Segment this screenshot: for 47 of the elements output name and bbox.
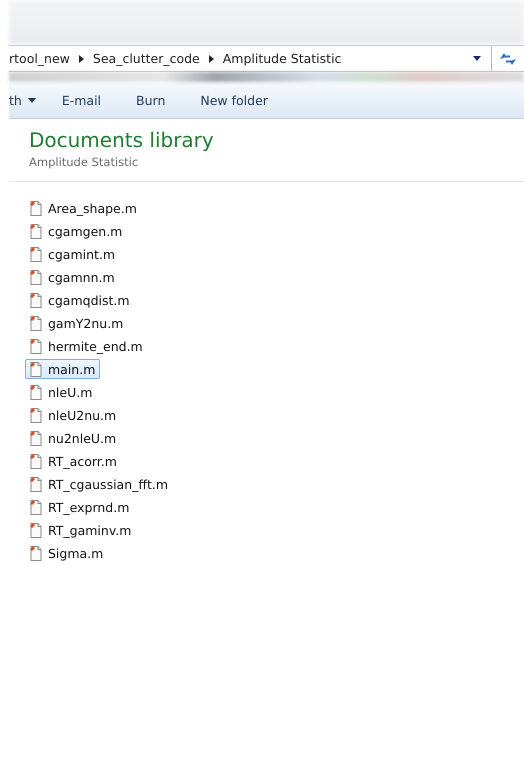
file-item[interactable]: nleU.m — [25, 382, 98, 402]
file-item[interactable]: nu2nleU.m — [25, 428, 122, 448]
script-file-icon — [28, 384, 44, 400]
script-file-icon — [28, 498, 44, 516]
script-file-icon — [28, 268, 44, 286]
toolbar-button[interactable]: th — [9, 92, 54, 108]
file-item[interactable]: RT_acorr.m — [25, 451, 122, 471]
script-file-icon — [28, 476, 44, 492]
chevron-icon — [208, 54, 214, 62]
script-file-icon — [28, 522, 44, 538]
folder-subtitle: Amplitude Statistic — [29, 155, 140, 169]
toolbar-button[interactable]: Burn — [136, 92, 184, 108]
script-file-icon — [28, 246, 44, 262]
address-bar[interactable]: rtool_new Sea_clutter_code Amplitude Statistic — [9, 45, 524, 72]
script-file-icon — [28, 544, 44, 562]
file-item[interactable]: main.m — [25, 359, 100, 379]
file-item[interactable]: Area_shape.m — [25, 198, 142, 218]
script-file-icon — [28, 452, 44, 470]
script-file-icon — [28, 430, 44, 446]
file-item[interactable]: cgamnn.m — [25, 267, 120, 287]
toolbar-button[interactable]: New folder — [200, 92, 286, 108]
file-item[interactable]: nleU2nu.m — [25, 405, 122, 425]
file-item[interactable]: cgamint.m — [25, 244, 120, 264]
file-item[interactable]: hermite_end.m — [25, 336, 148, 356]
script-file-icon — [28, 292, 44, 308]
refresh-icon — [499, 50, 517, 66]
script-file-icon — [28, 406, 44, 424]
file-item[interactable]: RT_cgaussian_fft.m — [25, 474, 174, 494]
chevron-icon — [78, 54, 84, 62]
script-file-icon — [28, 314, 44, 332]
file-item[interactable]: gamY2nu.m — [25, 313, 128, 333]
script-file-icon — [28, 222, 44, 240]
breadcrumb[interactable]: Sea_clutter_code — [92, 51, 200, 66]
dropdown-icon[interactable] — [473, 56, 481, 61]
file-item[interactable]: RT_exprnd.m — [25, 497, 134, 517]
script-file-icon — [28, 200, 44, 216]
toolbar-button[interactable]: E-mail — [62, 92, 120, 108]
file-item[interactable]: cgamgen.m — [25, 221, 128, 241]
file-item[interactable]: RT_gaminv.m — [25, 520, 136, 540]
caret-icon — [28, 98, 36, 102]
library-title: Documents library — [29, 128, 215, 152]
breadcrumb[interactable]: rtool_new — [9, 51, 70, 66]
file-item[interactable]: Sigma.m — [25, 543, 108, 563]
script-file-icon — [28, 360, 44, 378]
file-item[interactable]: cgamqdist.m — [25, 290, 135, 310]
breadcrumb[interactable]: Amplitude Statistic — [222, 51, 342, 66]
script-file-icon — [28, 338, 44, 354]
